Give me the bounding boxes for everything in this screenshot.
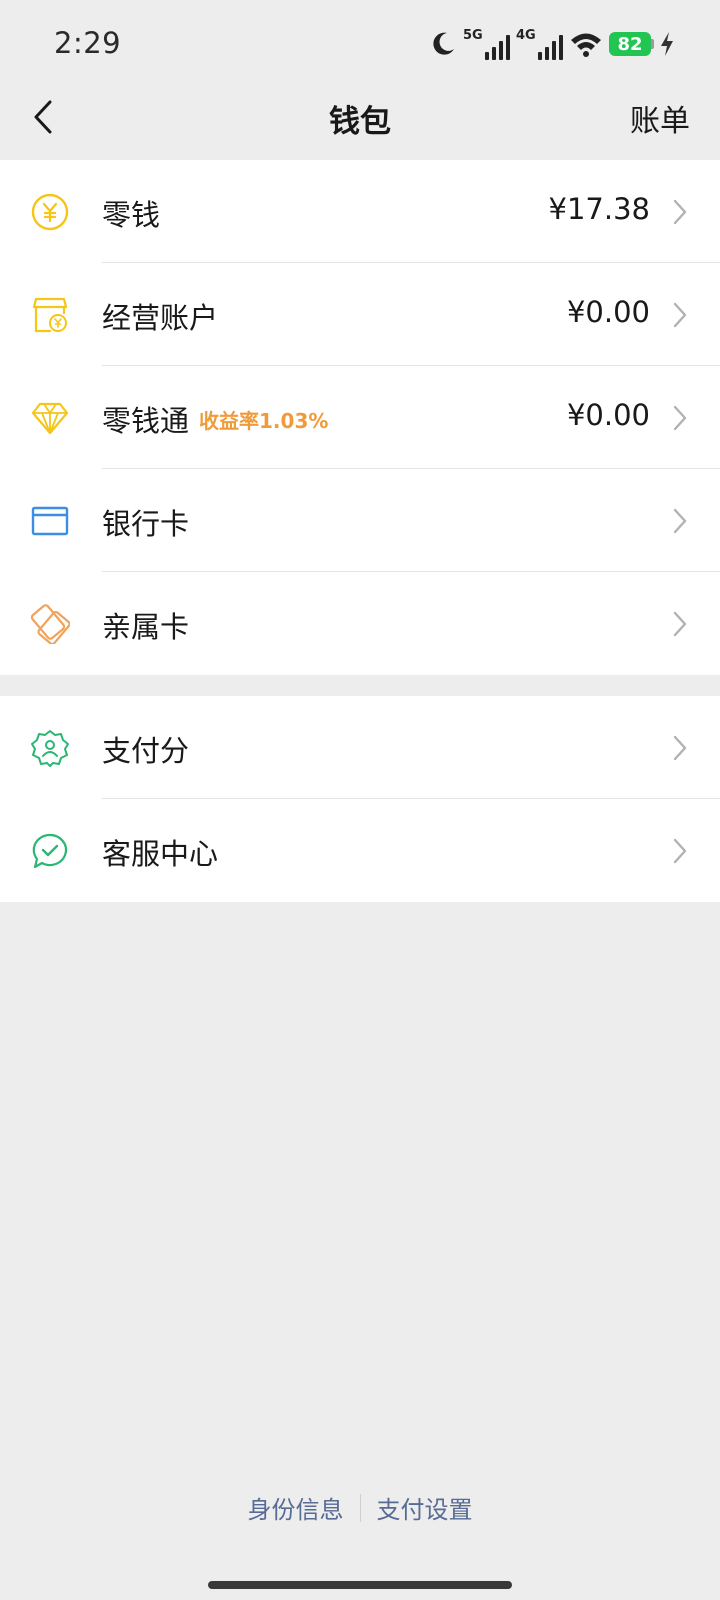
chevron-right-icon: [673, 735, 687, 761]
wallet-item-change[interactable]: 零钱 ¥17.38: [0, 160, 720, 263]
charging-bolt-icon: [661, 32, 673, 56]
chevron-right-icon: [673, 611, 687, 637]
battery-level: 82: [609, 32, 651, 56]
balance-value: ¥0.00: [566, 295, 650, 329]
bank-card-icon: [31, 506, 69, 536]
payment-settings-link[interactable]: 支付设置: [361, 1490, 489, 1525]
service-list: 支付分 客服中心: [0, 696, 720, 902]
battery-indicator: 82: [609, 31, 654, 57]
status-bar: 2:29 5G 4G 82: [0, 0, 720, 90]
row-label: 零钱通 收益率1.03%: [102, 398, 328, 440]
home-indicator[interactable]: [208, 1581, 512, 1589]
wallet-item-lingqiantong[interactable]: 零钱通 收益率1.03% ¥0.00: [0, 366, 720, 469]
signal-5g: 5G: [463, 28, 510, 60]
row-label: 银行卡: [102, 507, 190, 541]
chevron-right-icon: [673, 302, 687, 328]
wifi-icon: [571, 33, 601, 57]
row-label: 亲属卡: [102, 610, 190, 644]
moon-icon: [433, 32, 454, 55]
chevron-right-icon: [673, 405, 687, 431]
status-time: 2:29: [54, 26, 122, 60]
row-label: 零钱: [102, 198, 161, 232]
chevron-right-icon: [673, 508, 687, 534]
customer-service-icon: [32, 833, 68, 869]
yuan-coin-icon: [31, 193, 69, 231]
footer-links: 身份信息 支付设置: [0, 1490, 720, 1525]
signal-bars-icon: [538, 34, 563, 60]
nav-bar: 钱包 账单: [0, 80, 720, 158]
balance-value: ¥17.38: [548, 192, 650, 226]
net-type-label: 4G: [516, 28, 536, 43]
diamond-icon: [31, 402, 69, 435]
family-card-icon: [30, 604, 70, 644]
chevron-right-icon: [673, 199, 687, 225]
row-label: 客服中心: [102, 837, 219, 871]
row-label: 支付分: [102, 734, 190, 768]
signal-4g: 4G: [516, 28, 563, 60]
bill-button[interactable]: 账单: [630, 96, 690, 140]
signal-bars-icon: [485, 34, 510, 60]
row-label-text: 零钱通: [102, 404, 190, 438]
wallet-item-family-card[interactable]: 亲属卡: [0, 572, 720, 675]
page-title: 钱包: [329, 104, 391, 140]
service-item-pay-score[interactable]: 支付分: [0, 696, 720, 799]
wallet-list: 零钱 ¥17.38 经营账户 ¥0.00 零钱通收益率1.03% ¥0.00: [0, 160, 720, 675]
identity-info-link[interactable]: 身份信息: [232, 1490, 360, 1525]
service-item-customer-service[interactable]: 客服中心: [0, 799, 720, 902]
wallet-item-bank-card[interactable]: 银行卡: [0, 469, 720, 572]
status-icons: 5G 4G 82: [429, 26, 674, 62]
wallet-item-business-account[interactable]: 经营账户 ¥0.00: [0, 263, 720, 366]
balance-value: ¥0.00: [566, 398, 650, 432]
chevron-right-icon: [673, 838, 687, 864]
pay-score-icon: [31, 730, 69, 767]
net-type-label: 5G: [463, 28, 483, 43]
shop-icon: [32, 297, 68, 333]
row-label: 经营账户: [102, 301, 219, 335]
yield-rate-tag: 收益率1.03%: [199, 409, 329, 433]
